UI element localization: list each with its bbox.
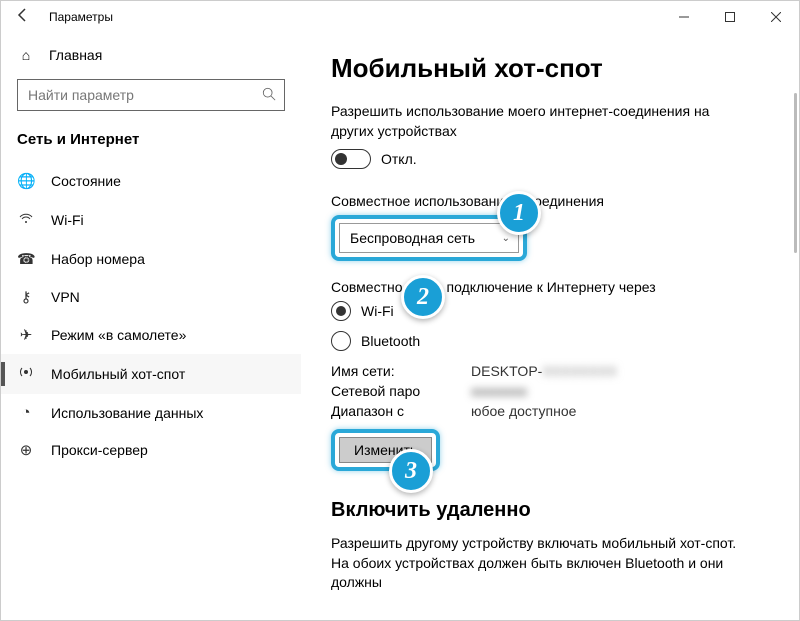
sidebar-item-label: Прокси-сервер	[51, 442, 148, 458]
toggle-label: Откл.	[381, 151, 417, 167]
network-info: Имя сети: DESKTOP-XXXXXXXX Сетевой паро …	[331, 363, 769, 419]
settings-window: Параметры ⌂ Главная Сеть и Интернет 🌐 С	[0, 0, 800, 621]
status-icon: 🌐	[17, 172, 35, 190]
minimize-button[interactable]	[661, 1, 707, 33]
chevron-down-icon: ⌄	[502, 233, 510, 244]
home-label: Главная	[49, 47, 102, 63]
sidebar-item-label: Wi-Fi	[51, 212, 84, 228]
share-via-label: Совместно овать подключение к Интернету …	[331, 279, 769, 295]
sidebar-section-header: Сеть и Интернет	[1, 125, 301, 162]
radio-wifi[interactable]	[331, 301, 351, 321]
toggle-knob	[335, 153, 347, 165]
sidebar-item-status[interactable]: 🌐 Состояние	[1, 162, 301, 200]
annotation-badge-3: 3	[389, 449, 433, 493]
radio-bluetooth-row[interactable]: Bluetooth	[331, 331, 769, 351]
net-band-value: юбое доступное	[471, 403, 576, 419]
sidebar-item-data-usage[interactable]: ◔ Использование данных	[1, 394, 301, 431]
net-pass-label: Сетевой паро	[331, 383, 471, 399]
annotation-badge-2: 2	[401, 275, 445, 319]
share-description: Разрешить использование моего интернет-с…	[331, 102, 751, 141]
wifi-icon	[17, 210, 35, 230]
net-name-label: Имя сети:	[331, 363, 471, 379]
proxy-icon: ⊕	[17, 441, 35, 459]
sidebar-item-airplane[interactable]: ✈ Режим «в самолете»	[1, 316, 301, 354]
net-band-label: Диапазон с	[331, 403, 471, 419]
sidebar-item-proxy[interactable]: ⊕ Прокси-сервер	[1, 431, 301, 469]
radio-bluetooth-label: Bluetooth	[361, 333, 420, 349]
sidebar-item-label: Состояние	[51, 173, 121, 189]
sidebar-item-label: Использование данных	[51, 405, 203, 421]
sidebar-item-label: Набор номера	[51, 251, 145, 267]
window-title: Параметры	[49, 10, 113, 24]
radio-wifi-row[interactable]: Wi-Fi	[331, 301, 769, 321]
search-icon	[262, 87, 276, 104]
main-content: Мобильный хот-спот Разрешить использован…	[301, 33, 799, 620]
back-button[interactable]	[9, 7, 37, 28]
sidebar-item-vpn[interactable]: ⚷ VPN	[1, 278, 301, 316]
hotspot-icon	[17, 364, 35, 384]
net-pass-value: xxxxxxxx	[471, 383, 527, 399]
remote-description: Разрешить другому устройству включать мо…	[331, 534, 751, 593]
sidebar-item-wifi[interactable]: Wi-Fi	[1, 200, 301, 240]
hotspot-toggle[interactable]	[331, 149, 371, 169]
search-input[interactable]	[28, 87, 262, 103]
scrollbar[interactable]	[794, 93, 797, 253]
net-name-value: DESKTOP-XXXXXXXX	[471, 363, 617, 379]
titlebar: Параметры	[1, 1, 799, 33]
sidebar-home[interactable]: ⌂ Главная	[1, 39, 301, 71]
window-controls	[661, 1, 799, 33]
close-button[interactable]	[753, 1, 799, 33]
data-usage-icon: ◔	[17, 404, 35, 421]
annotation-highlight-1: Беспроводная сеть ⌄	[331, 215, 527, 261]
airplane-icon: ✈	[17, 326, 35, 344]
dropdown-value: Беспроводная сеть	[350, 230, 475, 246]
page-title: Мобильный хот-спот	[331, 53, 769, 84]
sidebar: ⌂ Главная Сеть и Интернет 🌐 Состояние Wi…	[1, 33, 301, 620]
dialup-icon: ☎	[17, 250, 35, 268]
sidebar-item-label: Режим «в самолете»	[51, 327, 186, 343]
annotation-badge-1: 1	[497, 191, 541, 235]
remote-heading: Включить удаленно	[331, 499, 769, 522]
radio-wifi-label: Wi-Fi	[361, 303, 394, 319]
connection-dropdown[interactable]: Беспроводная сеть ⌄	[339, 223, 519, 253]
sidebar-item-label: Мобильный хот-спот	[51, 366, 185, 382]
maximize-button[interactable]	[707, 1, 753, 33]
sidebar-item-label: VPN	[51, 289, 80, 305]
share-from-label: Совместное использование т-соединения	[331, 193, 769, 209]
home-icon: ⌂	[17, 47, 35, 63]
sidebar-item-hotspot[interactable]: Мобильный хот-спот	[1, 354, 301, 394]
search-box[interactable]	[17, 79, 285, 111]
vpn-icon: ⚷	[17, 288, 35, 306]
radio-bluetooth[interactable]	[331, 331, 351, 351]
sidebar-item-dialup[interactable]: ☎ Набор номера	[1, 240, 301, 278]
